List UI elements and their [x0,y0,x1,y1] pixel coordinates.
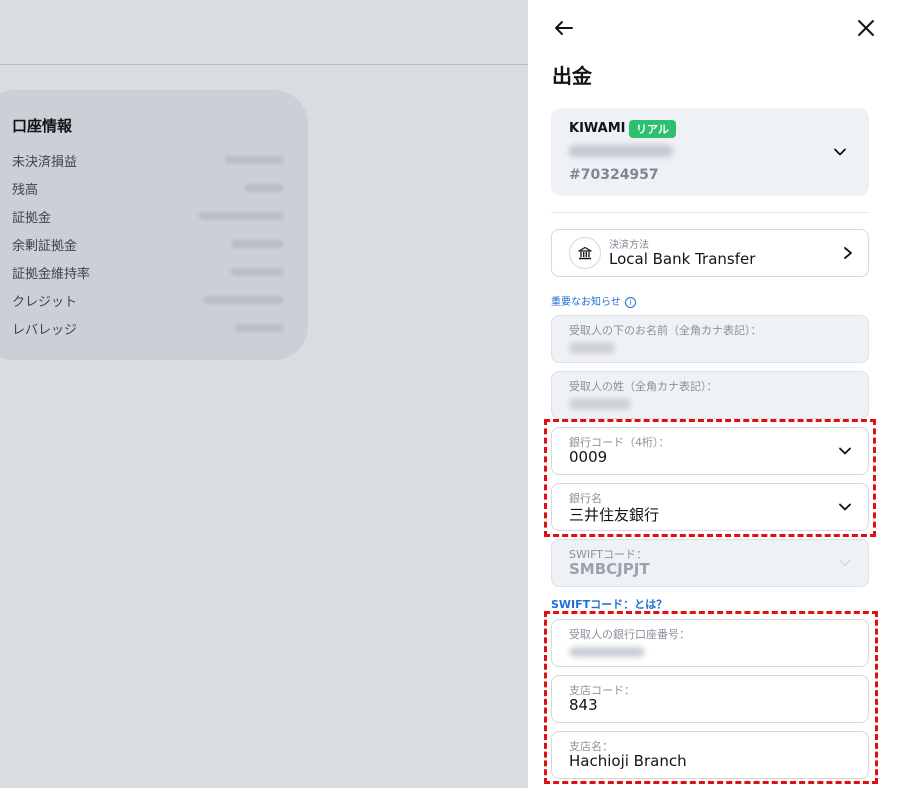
account-row-value-hidden [245,184,283,192]
account-number-field[interactable]: 受取人の銀行口座番号： [551,619,869,667]
branch-name-value: Hachioji Branch [569,752,687,770]
swift-code-value: SMBCJPJT [569,560,650,578]
payment-method-selector[interactable]: 決済方法 Local Bank Transfer [551,229,869,277]
account-row-value-hidden [199,212,283,220]
account-info-title: 口座情報 [12,117,73,135]
chevron-down-icon [839,447,851,455]
account-row-value-hidden [231,268,283,276]
chevron-down-icon [839,559,851,567]
withdrawal-panel: 出金 KIWAMI リアル #70324957 決済方法 Local Bank … [528,0,900,788]
account-row-label: 証拠金維持率 [12,267,91,282]
bank-name-value: 三井住友銀行 [569,506,660,524]
bank-code-select[interactable]: 銀行コード（4桁）： 0009 [551,427,869,475]
account-row-value-hidden [231,240,283,248]
close-button[interactable] [852,14,880,42]
page-title: 出金 [552,64,592,88]
bank-name-select[interactable]: 銀行名 三井住友銀行 [551,483,869,531]
account-balance-hidden [569,145,673,157]
header-divider [0,64,528,65]
account-number-label: 受取人の銀行口座番号： [569,628,690,641]
info-icon: i [624,296,636,308]
divider [551,212,869,213]
account-number-value-hidden [569,647,645,657]
account-row-label: 証拠金 [12,211,52,226]
account-row-value-hidden [225,156,283,164]
swift-code-field[interactable]: SWIFTコード： SMBCJPJT [551,539,869,587]
account-info-card: 口座情報 未決済損益 残高 証拠金 余剰証拠金 証拠金維持率 クレジット レバレ… [0,90,308,360]
first-name-value-hidden [569,343,615,353]
account-row-value-hidden [203,296,283,304]
last-name-field[interactable]: 受取人の姓（全角カナ表記）： [551,371,869,419]
chevron-down-icon [839,503,851,511]
account-row-label: 残高 [12,183,39,198]
bank-code-value: 0009 [569,448,608,466]
last-name-label: 受取人の姓（全角カナ表記）： [569,380,718,393]
account-row-label: 未決済損益 [12,155,78,170]
account-row-label: 余剰証拠金 [12,239,78,254]
account-selector[interactable]: KIWAMI リアル #70324957 [551,108,869,196]
back-button[interactable] [550,14,578,42]
branch-code-value: 843 [569,696,598,714]
branch-name-field[interactable]: 支店名： Hachioji Branch [551,731,869,779]
account-type-badge: リアル [629,120,676,138]
first-name-label: 受取人の下のお名前（全角カナ表記）： [569,324,762,337]
account-name: KIWAMI [569,121,626,136]
payment-method-label: 決済方法 [609,240,649,251]
arrow-left-icon [555,21,573,35]
account-number: #70324957 [569,167,659,183]
account-row-label: クレジット [12,295,78,310]
bank-icon [569,237,601,269]
chevron-down-icon [834,148,846,156]
close-icon [858,20,874,36]
swift-code-info-link[interactable]: SWIFTコード：とは？ [551,596,667,612]
notice-text: 重要なお知らせ [551,297,621,308]
account-row-value-hidden [235,324,283,332]
payment-method-value: Local Bank Transfer [609,250,756,268]
chevron-right-icon [844,247,852,259]
last-name-value-hidden [569,399,631,409]
first-name-field[interactable]: 受取人の下のお名前（全角カナ表記）： [551,315,869,363]
branch-code-field[interactable]: 支店コード： 843 [551,675,869,723]
account-row-label: レバレッジ [12,323,78,338]
background-overlay: 口座情報 未決済損益 残高 証拠金 余剰証拠金 証拠金維持率 クレジット レバレ… [0,0,528,788]
important-notice-link[interactable]: 重要なお知らせ i [551,293,636,308]
